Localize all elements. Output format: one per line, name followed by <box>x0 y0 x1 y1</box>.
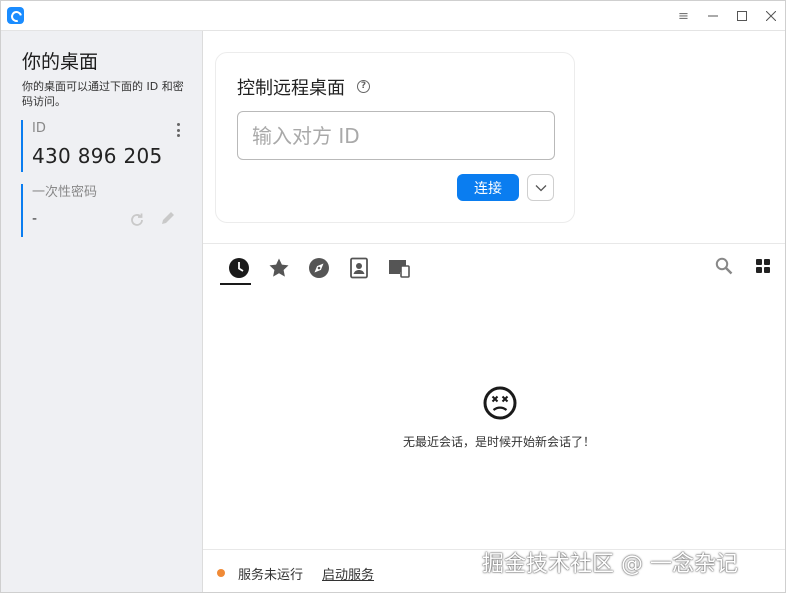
grid-view-icon[interactable] <box>755 258 771 274</box>
tab-tools <box>715 257 771 275</box>
maximize-button[interactable] <box>727 1 756 31</box>
tab-recent-sessions[interactable] <box>219 255 259 285</box>
address-book-icon <box>350 257 368 279</box>
password-block: 一次性密码 - <box>21 184 193 237</box>
tab-discovered[interactable] <box>299 255 339 285</box>
help-icon[interactable]: ? <box>357 80 370 93</box>
search-icon[interactable] <box>715 257 733 275</box>
star-icon <box>269 258 289 277</box>
close-button[interactable] <box>756 1 785 31</box>
refresh-icon[interactable] <box>128 211 146 229</box>
main-panel: 控制远程桌面 ? 连接 <box>203 31 785 592</box>
connect-button[interactable]: 连接 <box>457 174 519 201</box>
service-status-text: 服务未运行 <box>238 568 304 583</box>
id-value[interactable]: 430 896 205 <box>32 144 193 168</box>
watermark: 掘金技术社区 @ 一念杂记 <box>482 552 738 577</box>
compass-icon <box>309 258 329 278</box>
start-service-link[interactable]: 启动服务 <box>322 564 374 583</box>
clock-icon <box>229 258 249 278</box>
dizzy-face-icon <box>483 386 517 420</box>
chevron-down-icon <box>535 184 546 191</box>
connect-title: 控制远程桌面 <box>237 78 345 99</box>
title-bar: ≡ <box>1 1 785 31</box>
service-status-dot <box>217 569 225 577</box>
app-window: ≡ 你的桌面 你的桌面可以通过下面的 ID 和密码访问。 ID 430 896 … <box>0 0 786 593</box>
peer-tabs <box>219 255 419 285</box>
remote-id-input[interactable] <box>237 111 555 160</box>
maximize-icon <box>736 11 747 21</box>
close-icon <box>765 11 776 21</box>
id-label: ID <box>32 121 46 136</box>
empty-sessions-message: 无最近会话，是时候开始新会话了！ <box>402 435 595 449</box>
connect-card: 控制远程桌面 ? 连接 <box>215 52 575 223</box>
window-controls: ≡ <box>669 1 785 31</box>
app-logo-icon <box>7 7 24 24</box>
tab-group[interactable] <box>379 255 419 285</box>
your-desktop-description: 你的桌面可以通过下面的 ID 和密码访问。 <box>22 80 184 108</box>
tab-address-book[interactable] <box>339 255 379 285</box>
edit-pencil-icon[interactable] <box>159 209 177 227</box>
menu-button[interactable]: ≡ <box>669 1 698 31</box>
divider <box>203 243 785 244</box>
minimize-icon <box>707 15 718 17</box>
tab-favorites[interactable] <box>259 255 299 285</box>
connect-options-button[interactable] <box>527 174 554 201</box>
minimize-button[interactable] <box>698 1 727 31</box>
password-label: 一次性密码 <box>32 185 98 200</box>
devices-icon <box>389 260 410 278</box>
id-block: ID 430 896 205 <box>21 120 193 172</box>
your-desktop-panel: 你的桌面 你的桌面可以通过下面的 ID 和密码访问。 ID 430 896 20… <box>1 31 203 592</box>
your-desktop-title: 你的桌面 <box>22 51 99 73</box>
more-vertical-icon[interactable] <box>173 122 183 138</box>
